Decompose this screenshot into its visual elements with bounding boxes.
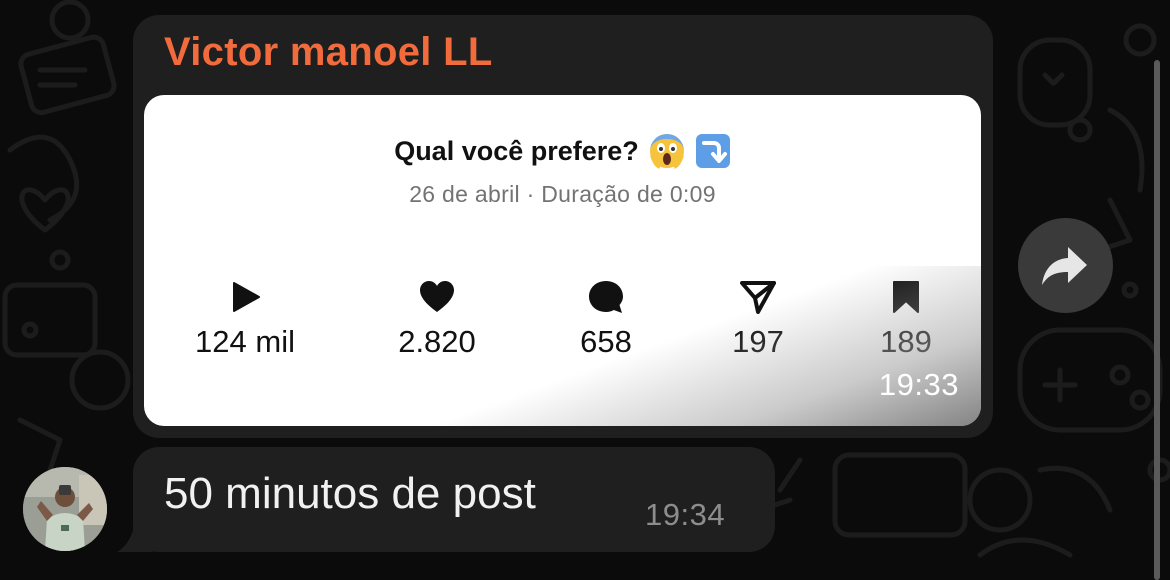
avatar[interactable]: [23, 467, 107, 551]
stat-comments: 658: [536, 280, 676, 360]
post-title: Qual você prefere?: [394, 135, 639, 166]
message-text[interactable]: 50 minutos de post: [164, 469, 536, 519]
send-icon: [740, 281, 776, 314]
sender-name[interactable]: Victor manoel LL: [164, 30, 493, 75]
stat-saves: 189: [836, 280, 976, 360]
forward-button[interactable]: [1018, 218, 1113, 313]
forward-arrow-icon: [1042, 247, 1087, 285]
stat-value: 2.820: [398, 324, 476, 359]
message-timestamp: 19:33: [878, 367, 959, 402]
scrollbar[interactable]: [1154, 60, 1160, 580]
face-screaming-in-fear-icon: [649, 133, 685, 169]
stat-value: 197: [732, 324, 784, 359]
user-photo: [23, 467, 107, 551]
stat-views: 124 mil: [175, 280, 315, 360]
stat-likes: 2.820: [367, 280, 507, 360]
post-title-row: Qual você prefere?: [144, 133, 981, 169]
comment-icon: [589, 281, 623, 313]
stat-shares: 197: [688, 280, 828, 360]
stat-value: 124 mil: [195, 324, 295, 359]
instagram-post-card[interactable]: Qual você prefere? 26 de abril · Duração…: [144, 95, 981, 426]
bookmark-icon: [893, 281, 919, 313]
stat-value: 658: [580, 324, 632, 359]
heart-icon: [420, 281, 454, 312]
play-icon: [233, 282, 260, 312]
message-timestamp: 19:34: [645, 497, 726, 532]
stat-value: 189: [880, 324, 932, 359]
post-meta: 26 de abril · Duração de 0:09: [409, 181, 716, 207]
arrow-curving-down-icon: [695, 133, 731, 169]
